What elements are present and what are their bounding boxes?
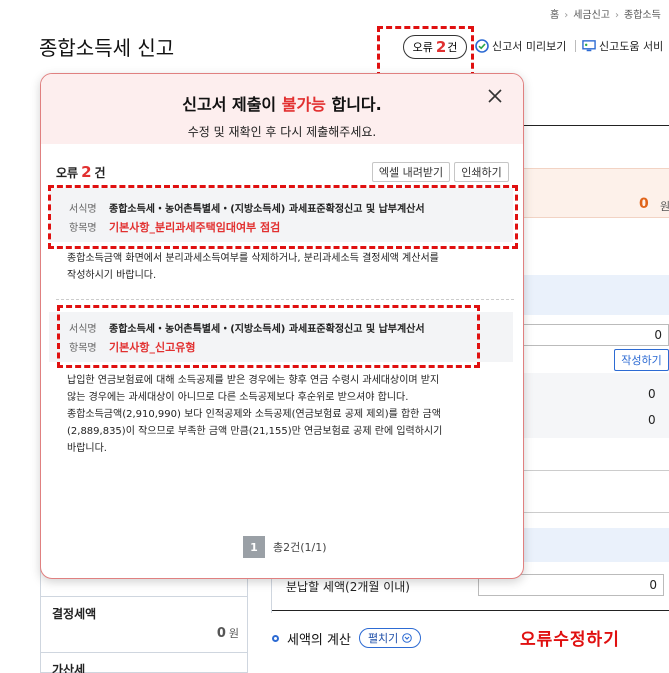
annotation-fix-errors: 오류수정하기	[520, 630, 620, 650]
check-circle-icon	[475, 39, 489, 53]
determined-tax-label: 결정세액	[52, 607, 97, 621]
item-name-row: 항목명 기본사항_신고유형	[69, 341, 196, 354]
penalty-tax-label: 가산세	[52, 663, 86, 673]
breadcrumb-global-income[interactable]: 종합소득	[624, 10, 661, 21]
determined-tax-value: 0원	[216, 626, 239, 641]
error-count-button[interactable]: 오류 2 건	[403, 35, 467, 59]
breadcrumb: 홈 › 세금신고 › 종합소득	[550, 6, 661, 21]
section-header-band	[520, 275, 669, 315]
modal-header: 신고서 제출이 불가능 합니다. 수정 및 재확인 후 다시 제출해주세요.	[41, 74, 523, 144]
modal-error-count: 오류 2 건	[56, 163, 106, 181]
item-name-row: 항목명 기본사항_분리과세주택임대여부 점검	[69, 221, 281, 234]
row-value: 0	[648, 387, 656, 401]
submission-error-modal: 신고서 제출이 불가능 합니다. 수정 및 재확인 후 다시 제출해주세요. 오…	[40, 73, 524, 579]
form-name-row: 서식명 종합소득세・농어촌특별세・(지방소득세) 과세표준확정신고 및 납부계산서	[69, 324, 425, 335]
help-service-link[interactable]: 신고도움 서비	[582, 38, 663, 54]
monitor-icon	[582, 39, 596, 53]
excel-download-button[interactable]: 엑셀 내려받기	[372, 162, 450, 182]
breadcrumb-separator: ›	[615, 10, 620, 21]
error-description: 납입한 연금보험료에 대해 소득공제를 받은 경우에는 향후 연금 수령시 과세…	[67, 375, 443, 454]
amount-input[interactable]: 0	[520, 324, 669, 346]
preview-label: 신고서 미리보기	[492, 40, 567, 53]
preview-link[interactable]: 신고서 미리보기	[475, 38, 566, 54]
page-button[interactable]: 1	[243, 536, 265, 558]
page-total: 총2건(1/1)	[273, 541, 327, 554]
close-icon[interactable]	[487, 88, 503, 104]
expand-button[interactable]: 펼치기	[358, 628, 422, 648]
modal-subtitle: 수정 및 재확인 후 다시 제출해주세요.	[187, 125, 377, 139]
breadcrumb-home[interactable]: 홈	[550, 10, 559, 21]
pagination: 1 총2건(1/1)	[243, 536, 327, 558]
chevron-down-icon	[402, 633, 413, 643]
section-rule	[272, 610, 669, 611]
divider	[520, 512, 669, 513]
summary-value: 0	[639, 196, 649, 212]
divider	[41, 652, 247, 653]
error-item[interactable]: 서식명 종합소득세・농어촌특별세・(지방소득세) 과세표준확정신고 및 납부계산서…	[49, 312, 513, 362]
tax-calculation-title: 세액의 계산	[287, 632, 351, 648]
page-title: 종합소득세 신고	[39, 36, 175, 60]
error-description: 종합소득금액 화면에서 분리과세소득여부를 삭제하거나, 분리과세소득 결정세액…	[67, 253, 439, 281]
toolbar-divider	[575, 40, 576, 52]
amount-rows	[520, 373, 669, 438]
divider	[41, 596, 247, 597]
error-count: 2	[435, 38, 447, 56]
print-button[interactable]: 인쇄하기	[454, 162, 509, 182]
breadcrumb-tax-filing[interactable]: 세금신고	[573, 10, 610, 21]
error-unit: 건	[447, 41, 458, 54]
divider	[56, 299, 514, 300]
error-item[interactable]: 서식명 종합소득세・농어촌특별세・(지방소득세) 과세표준확정신고 및 납부계산서…	[49, 188, 513, 242]
section-bullet-icon	[272, 634, 279, 642]
error-label: 오류	[412, 41, 433, 54]
form-name-row: 서식명 종합소득세・농어촌특별세・(지방소득세) 과세표준확정신고 및 납부계산서	[69, 204, 425, 215]
help-service-label: 신고도움 서비	[599, 40, 664, 53]
breadcrumb-separator: ›	[564, 10, 569, 21]
modal-title: 신고서 제출이 불가능 합니다.	[182, 95, 382, 114]
installment-label: 분납할 세액(2개월 이내)	[286, 580, 410, 594]
tax-calculation-section: 세액의 계산 펼치기	[272, 628, 422, 648]
write-button[interactable]: 작성하기	[614, 349, 669, 371]
row-value: 0	[648, 413, 656, 427]
divider	[520, 470, 669, 471]
summary-unit: 원	[660, 200, 669, 213]
